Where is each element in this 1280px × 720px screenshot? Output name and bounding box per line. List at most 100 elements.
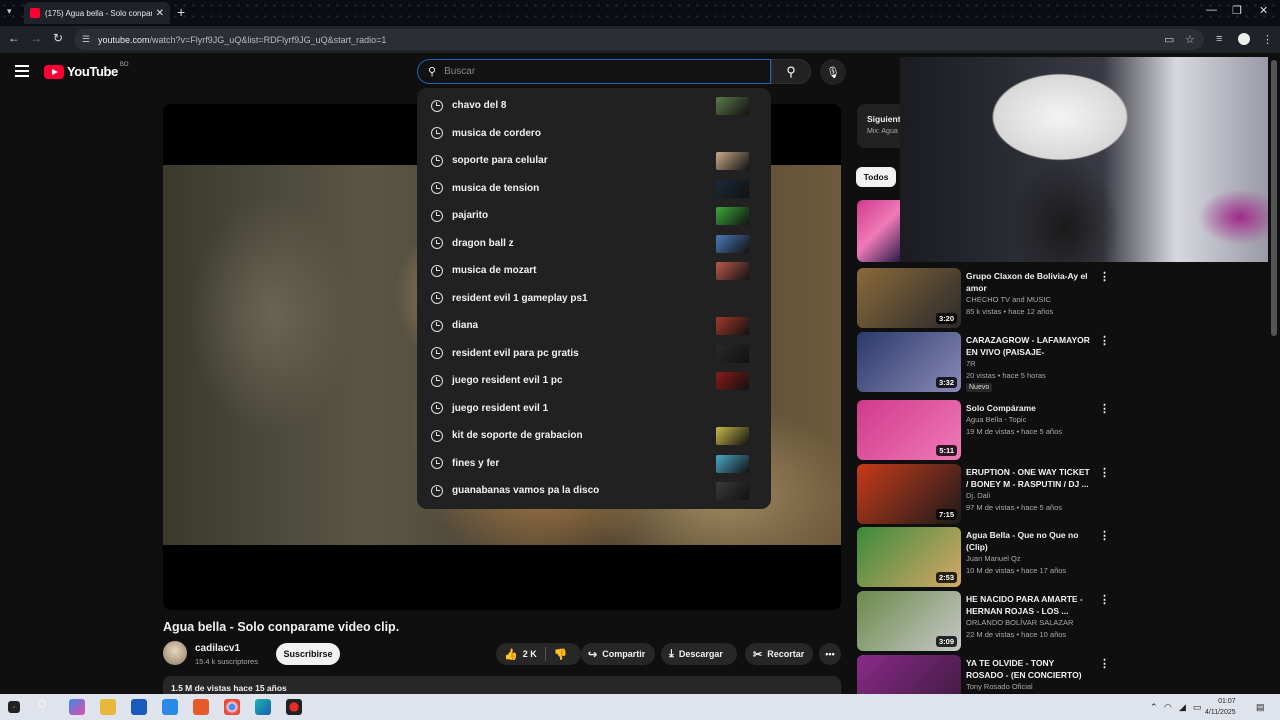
search-input[interactable] [444, 66, 770, 77]
recommendation-thumbnail[interactable] [857, 200, 900, 262]
more-options-icon[interactable]: ⋮ [1099, 270, 1110, 283]
forward-icon[interactable]: → [28, 31, 44, 45]
suggestion-item[interactable]: guanabanas vamos pa la disco [417, 477, 771, 505]
url-field[interactable]: ☰ youtube.com/watch?v=Flyrf9JG_uQ&list=R… [74, 29, 1204, 50]
store-icon[interactable] [131, 699, 147, 715]
bookmark-star-icon[interactable]: ☆ [1185, 33, 1195, 46]
suggestion-item[interactable]: juego resident evil 1 [417, 395, 771, 423]
restore-icon[interactable]: ❐ [1232, 4, 1242, 17]
recommendation-thumbnail[interactable]: 2:53 [857, 527, 961, 587]
profile-avatar[interactable] [1238, 33, 1250, 45]
notifications-icon[interactable]: ▤ [1256, 702, 1265, 713]
recommendation-title[interactable]: CARAZAGROW - LAFAMAYOR EN VIVO (PAISAJE-… [966, 334, 1093, 358]
start-menu-icon[interactable] [8, 701, 20, 713]
tab-search-icon[interactable]: ▾ [7, 6, 12, 17]
more-options-icon[interactable]: ⋮ [1099, 657, 1110, 670]
recommendation-item[interactable]: 3:20 Grupo Claxon de Bolivia-Ay el amor CH… [857, 268, 1117, 328]
recommendation-item[interactable]: 3:32 CARAZAGROW - LAFAMAYOR EN VIVO (PAIS… [857, 332, 1117, 392]
recommendation-title[interactable]: Grupo Claxon de Bolivia-Ay el amor [966, 270, 1093, 294]
recorder-icon[interactable] [286, 699, 302, 715]
more-options-icon[interactable]: ⋮ [1099, 466, 1110, 479]
brave-icon[interactable] [193, 699, 209, 715]
suggestion-item[interactable]: pajarito [417, 202, 771, 230]
suggestion-item[interactable]: musica de mozart [417, 257, 771, 285]
more-options-icon[interactable]: ⋮ [1099, 529, 1110, 542]
more-options-icon[interactable]: ⋮ [1099, 334, 1110, 347]
like-icon[interactable]: 👍 [504, 648, 518, 661]
recommendation-channel[interactable]: Tony Rosado Oficial [966, 682, 1033, 691]
filter-chip-all[interactable]: Todos [856, 167, 896, 187]
suggestion-item[interactable]: soporte para celular [417, 147, 771, 175]
volume-icon[interactable]: ◢ [1179, 702, 1186, 713]
recommendation-title[interactable]: Solo Compárame [966, 402, 1093, 414]
more-options-icon[interactable]: ⋮ [1099, 593, 1110, 606]
recommendation-channel[interactable]: 7R [966, 359, 976, 368]
channel-name[interactable]: cadilacv1 [195, 643, 240, 654]
recommendation-channel[interactable]: Juan Manuel Qz [966, 554, 1021, 563]
file-explorer-icon[interactable] [100, 699, 116, 715]
search-button[interactable]: ⚲ [771, 59, 811, 84]
download-button[interactable]: ⤓ Descargar [661, 643, 737, 665]
page-scrollbar[interactable] [1271, 60, 1277, 336]
suggestion-item[interactable]: fines y fer [417, 450, 771, 478]
suggestion-item[interactable]: resident evil 1 gameplay ps1 [417, 285, 771, 313]
suggestion-item[interactable]: juego resident evil 1 pc [417, 367, 771, 395]
more-actions-button[interactable]: ••• [819, 643, 841, 665]
channel-avatar[interactable] [163, 641, 187, 665]
suggestion-item[interactable]: dragon ball z [417, 230, 771, 258]
recommendation-thumbnail[interactable]: 5:11 [857, 400, 961, 460]
subscribe-button[interactable]: Suscribirse [276, 643, 340, 665]
recommendation-channel[interactable]: CHECHO TV and MUSIC [966, 295, 1051, 304]
suggestion-item[interactable]: chavo del 8 [417, 92, 771, 120]
minimize-icon[interactable]: — [1206, 4, 1217, 16]
cast-icon[interactable]: ▭ [1164, 33, 1174, 46]
browser-tab[interactable]: (175) Agua bella - Solo conpara ✕ [24, 2, 170, 24]
tray-chevron-icon[interactable]: ⌃ [1150, 702, 1158, 713]
browser-menu-icon[interactable]: ⋮ [1262, 33, 1273, 46]
close-window-icon[interactable]: ✕ [1259, 4, 1268, 17]
recommendation-thumbnail[interactable]: 3:32 [857, 332, 961, 392]
recommendation-title[interactable]: YA TE OLVIDE - TONY ROSADO - (EN CONCIER… [966, 657, 1093, 681]
recommendation-thumbnail[interactable]: 3:20 [857, 268, 961, 328]
search-taskbar-icon[interactable]: ⚲ [37, 697, 53, 713]
recommendation-item[interactable]: 3:09 HE NACIDO PARA AMARTE - HERNAN ROJAS… [857, 591, 1117, 651]
like-count[interactable]: 2 K [523, 649, 537, 659]
mail-icon[interactable] [162, 699, 178, 715]
recommendation-channel[interactable]: Dj. Dali [966, 491, 990, 500]
suggestion-thumbnail [716, 482, 749, 500]
edge-icon[interactable] [255, 699, 271, 715]
recommendation-item[interactable]: 5:11 Solo Compárame Agua Bella - Topic 19 M… [857, 400, 1117, 460]
voice-search-button[interactable]: 🎙 [820, 59, 846, 85]
battery-icon[interactable]: ▭ [1193, 702, 1202, 713]
new-tab-icon[interactable]: + [177, 4, 185, 20]
back-icon[interactable]: ← [6, 31, 22, 45]
extensions-icon[interactable]: ≡ [1216, 33, 1222, 45]
share-button[interactable]: ↪ Compartir [581, 643, 655, 665]
recommendation-item[interactable]: 7:15 ERUPTION - ONE WAY TICKET / BONEY M … [857, 464, 1117, 524]
more-options-icon[interactable]: ⋮ [1099, 402, 1110, 415]
dislike-icon[interactable]: 👎 [554, 648, 568, 661]
recommendation-channel[interactable]: Agua Bella - Topic [966, 415, 1026, 424]
recommendation-item[interactable]: 2:53 Agua Bella - Que no Que no (Clip) Jua… [857, 527, 1117, 587]
suggestion-item[interactable]: kit de soporte de grabacion [417, 422, 771, 450]
suggestion-item[interactable]: musica de tension [417, 175, 771, 203]
hamburger-menu-icon[interactable] [15, 65, 29, 80]
recommendation-thumbnail[interactable]: 3:09 [857, 591, 961, 651]
recommendation-title[interactable]: ERUPTION - ONE WAY TICKET / BONEY M - RA… [966, 466, 1093, 490]
recommendation-title[interactable]: HE NACIDO PARA AMARTE - HERNAN ROJAS - L… [966, 593, 1093, 617]
clip-button[interactable]: ✂ Recortar [745, 643, 813, 665]
recommendation-thumbnail[interactable]: 7:15 [857, 464, 961, 524]
reload-icon[interactable]: ↻ [50, 31, 66, 45]
youtube-logo[interactable]: YouTube BO [44, 62, 129, 79]
close-tab-icon[interactable]: ✕ [156, 8, 164, 19]
chrome-icon[interactable] [224, 699, 240, 715]
suggestion-item[interactable]: musica de cordero [417, 120, 771, 148]
suggestion-item[interactable]: resident evil para pc gratis [417, 340, 771, 368]
wifi-icon[interactable]: ◠ [1164, 702, 1172, 713]
copilot-icon[interactable] [69, 699, 85, 715]
recommendation-title[interactable]: Agua Bella - Que no Que no (Clip) [966, 529, 1093, 553]
clock[interactable]: 01:07 4/11/2025 [1205, 696, 1236, 718]
recommendation-channel[interactable]: ORLANDO BOLÍVAR SALAZAR [966, 618, 1073, 627]
suggestion-item[interactable]: diana [417, 312, 771, 340]
site-info-icon[interactable]: ☰ [82, 34, 90, 45]
